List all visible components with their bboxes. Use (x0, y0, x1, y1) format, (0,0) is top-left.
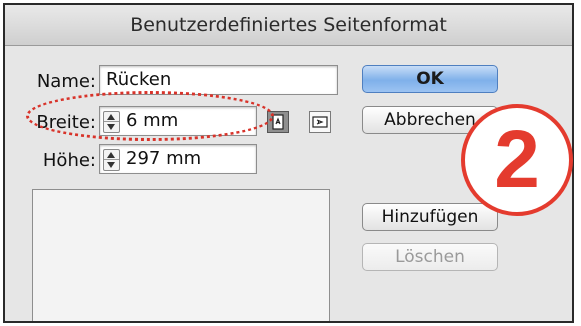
width-stepper-icon[interactable] (103, 111, 120, 133)
landscape-orientation-icon[interactable] (309, 111, 331, 133)
dialog-title: Benutzerdefiniertes Seitenformat (5, 5, 572, 46)
portrait-orientation-icon[interactable] (267, 111, 289, 133)
step-number-badge: 2 (461, 104, 573, 216)
width-value: 6 mm (126, 110, 179, 131)
name-label: Name: (36, 71, 96, 92)
name-field[interactable]: Rücken (99, 65, 338, 95)
width-field[interactable]: 6 mm (99, 106, 257, 136)
height-field[interactable]: 297 mm (99, 144, 257, 174)
delete-button: Löschen (362, 243, 498, 271)
width-label: Breite: (36, 112, 96, 133)
height-label: Höhe: (42, 150, 96, 171)
height-value: 297 mm (126, 148, 202, 169)
height-stepper-icon[interactable] (103, 149, 120, 171)
page-size-list[interactable] (32, 189, 330, 321)
add-button[interactable]: Hinzufügen (362, 203, 498, 231)
ok-button[interactable]: OK (362, 65, 498, 93)
